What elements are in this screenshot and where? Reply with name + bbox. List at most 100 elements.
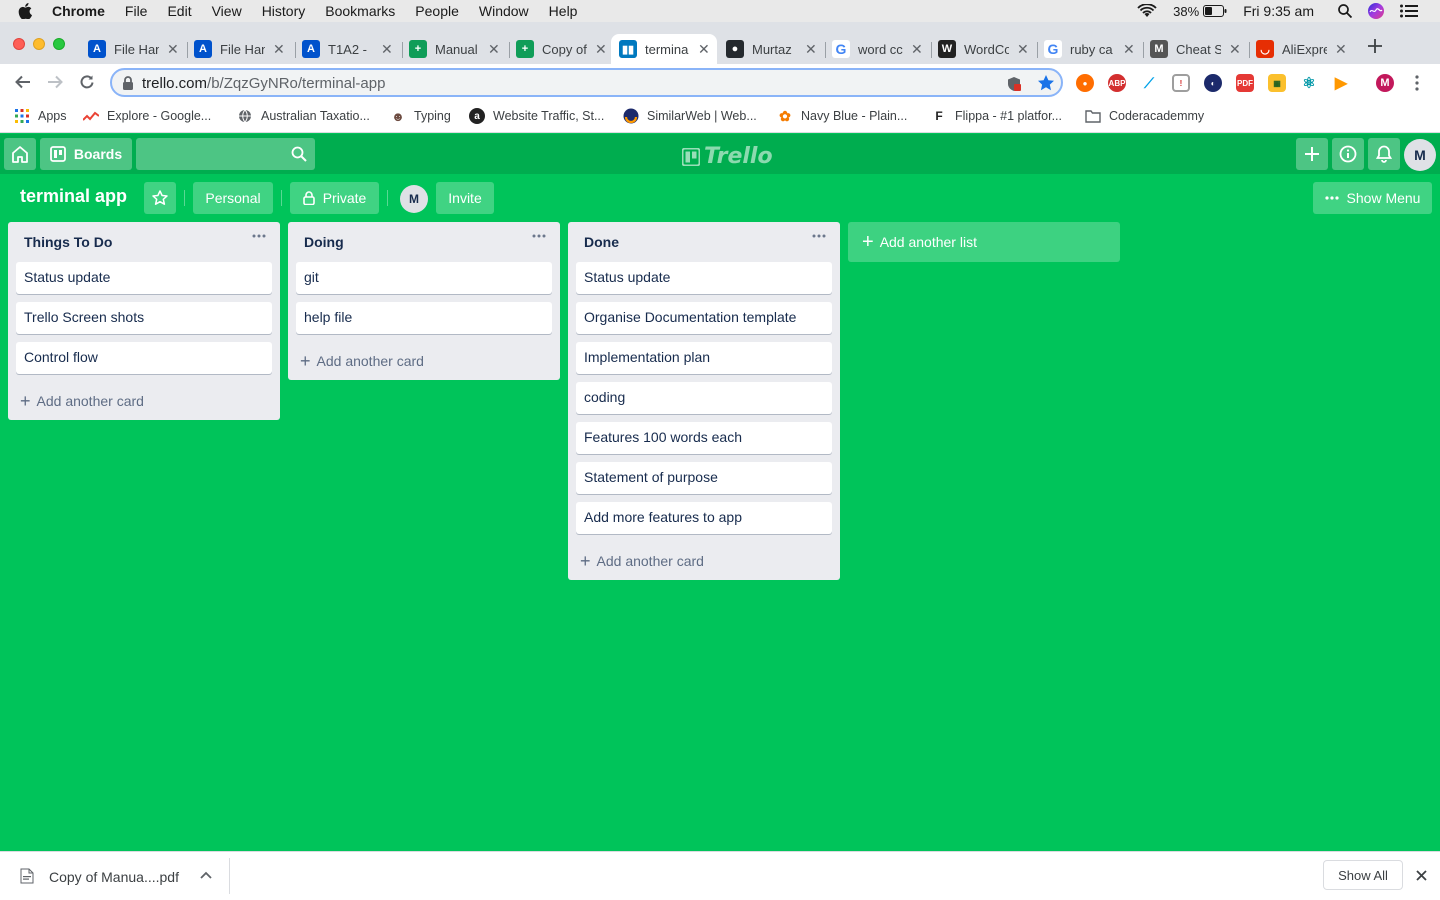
bookmark-folder-coderacademmy[interactable]: Coderacademmy — [1085, 108, 1204, 124]
tab-close-icon[interactable]: ✕ — [1123, 41, 1135, 58]
create-button[interactable] — [1296, 138, 1328, 170]
card[interactable]: Features 100 words each — [576, 422, 832, 454]
card[interactable]: coding — [576, 382, 832, 414]
star-board-button[interactable] — [144, 182, 176, 214]
ext-adblock-icon[interactable]: ABP — [1108, 74, 1126, 92]
board-title[interactable]: terminal app — [20, 186, 127, 207]
list-doing[interactable]: Doing git help file + Add another card — [288, 222, 560, 380]
list-title[interactable]: Things To Do — [24, 234, 112, 250]
ext-react-icon[interactable]: ⚛ — [1300, 74, 1318, 92]
spotlight-search-icon[interactable] — [1338, 4, 1352, 18]
card[interactable]: Status update — [16, 262, 272, 294]
tab-close-icon[interactable]: ✕ — [698, 41, 710, 58]
menu-bookmarks[interactable]: Bookmarks — [325, 3, 395, 19]
bookmark-star-icon[interactable] — [1037, 74, 1055, 92]
menu-app-name[interactable]: Chrome — [52, 3, 105, 19]
tab[interactable]: + Manual ✕ — [409, 34, 501, 64]
team-personal-button[interactable]: Personal — [193, 182, 273, 214]
window-zoom-button[interactable] — [53, 38, 65, 50]
list-menu-icon[interactable] — [252, 234, 268, 238]
menu-file[interactable]: File — [125, 3, 148, 19]
card[interactable]: Control flow — [16, 342, 272, 374]
info-button[interactable] — [1332, 138, 1364, 170]
address-bar[interactable]: trello.com/b/ZqzGyNRo/terminal-app — [110, 68, 1063, 97]
home-button[interactable] — [4, 138, 36, 170]
list-things-to-do[interactable]: Things To Do Status update Trello Screen s… — [8, 222, 280, 420]
card[interactable]: Add more features to app — [576, 502, 832, 534]
forward-arrow-icon[interactable] — [46, 73, 64, 91]
ext-pdf-icon[interactable]: PDF — [1236, 74, 1254, 92]
bookmark-australian-taxation[interactable]: Australian Taxatio... — [237, 108, 370, 124]
lock-icon[interactable] — [122, 76, 134, 90]
bookmark-apps[interactable]: Apps — [14, 108, 67, 124]
ext-feather-icon[interactable]: ⟋ — [1140, 74, 1158, 92]
search-icon[interactable] — [291, 146, 307, 162]
member-avatar[interactable]: M — [1404, 139, 1436, 171]
window-close-button[interactable] — [13, 38, 25, 50]
bookmark-google-trends[interactable]: Explore - Google... — [83, 108, 211, 124]
show-menu-button[interactable]: Show Menu — [1313, 182, 1432, 214]
add-card-button[interactable]: + Add another card — [16, 382, 276, 420]
bookmark-navy-blue[interactable]: ✿ Navy Blue - Plain... — [777, 108, 907, 124]
menu-help[interactable]: Help — [549, 3, 578, 19]
board-search-input[interactable] — [136, 138, 315, 170]
boards-button[interactable]: Boards — [40, 138, 132, 170]
bookmark-alexa[interactable]: a Website Traffic, St... — [469, 108, 604, 124]
tab[interactable]: ● Murtaz ✕ — [726, 34, 818, 64]
list-menu-icon[interactable] — [812, 234, 828, 238]
ext-play-icon[interactable]: ▶ — [1332, 74, 1350, 92]
card[interactable]: Statement of purpose — [576, 462, 832, 494]
tab-close-icon[interactable]: ✕ — [381, 41, 393, 58]
battery-icon[interactable] — [1203, 5, 1227, 17]
list-title[interactable]: Done — [584, 234, 619, 250]
visibility-private-button[interactable]: Private — [290, 182, 379, 214]
board-member-avatar[interactable]: M — [400, 185, 428, 213]
card[interactable]: Organise Documentation template — [576, 302, 832, 334]
bookmark-similarweb[interactable]: SimilarWeb | Web... — [623, 108, 757, 124]
chrome-menu-icon[interactable] — [1414, 75, 1420, 91]
tab[interactable]: + Copy of ✕ — [516, 34, 608, 64]
menu-people[interactable]: People — [415, 3, 459, 19]
list-done[interactable]: Done Status update Organise Documentation … — [568, 222, 840, 580]
add-list-button[interactable]: + Add another list — [848, 222, 1120, 262]
add-card-button[interactable]: + Add another card — [576, 542, 836, 580]
tab[interactable]: ◡ AliExpre ✕ — [1256, 34, 1348, 64]
bookmark-typing[interactable]: ☻ Typing — [390, 108, 451, 124]
list-title[interactable]: Doing — [304, 234, 344, 250]
site-blocked-icon[interactable] — [1007, 76, 1021, 92]
tab[interactable]: M Cheat S ✕ — [1150, 34, 1242, 64]
ext-colorgrid-icon[interactable]: ▦ — [1268, 74, 1286, 92]
tab[interactable]: Gruby ca ✕ — [1044, 34, 1136, 64]
ext-cast-icon[interactable]: ! — [1172, 74, 1190, 92]
menu-edit[interactable]: Edit — [167, 3, 191, 19]
apple-icon[interactable] — [18, 3, 38, 19]
wifi-icon[interactable] — [1137, 4, 1157, 18]
card[interactable]: Trello Screen shots — [16, 302, 272, 334]
card[interactable]: git — [296, 262, 552, 294]
tab[interactable]: ▮▮ termina ✕ — [611, 34, 717, 64]
clock[interactable]: Fri 9:35 am — [1243, 3, 1314, 19]
close-downloads-icon[interactable] — [1416, 870, 1427, 881]
tab[interactable]: W WordCo ✕ — [938, 34, 1030, 64]
tab[interactable]: Gword cc ✕ — [832, 34, 924, 64]
list-menu-icon[interactable] — [532, 234, 548, 238]
tab-close-icon[interactable]: ✕ — [1229, 41, 1241, 58]
invite-button[interactable]: Invite — [436, 182, 494, 214]
notification-center-icon[interactable] — [1400, 4, 1418, 18]
card[interactable]: Implementation plan — [576, 342, 832, 374]
notifications-button[interactable] — [1368, 138, 1400, 170]
tab[interactable]: A File Han ✕ — [88, 34, 180, 64]
tab-close-icon[interactable]: ✕ — [1017, 41, 1029, 58]
tab-close-icon[interactable]: ✕ — [1335, 41, 1347, 58]
reload-icon[interactable] — [78, 73, 96, 91]
menu-history[interactable]: History — [262, 3, 306, 19]
profile-avatar-icon[interactable]: M — [1376, 74, 1394, 92]
trello-logo[interactable]: Trello — [682, 144, 773, 169]
ext-similarweb-icon[interactable]: ◐ — [1204, 74, 1222, 92]
tab-close-icon[interactable]: ✕ — [911, 41, 923, 58]
tab[interactable]: A T1A2 - ✕ — [302, 34, 394, 64]
tab-close-icon[interactable]: ✕ — [805, 41, 817, 58]
new-tab-icon[interactable] — [1368, 39, 1382, 53]
siri-icon[interactable] — [1368, 3, 1384, 19]
tab-close-icon[interactable]: ✕ — [167, 41, 179, 58]
